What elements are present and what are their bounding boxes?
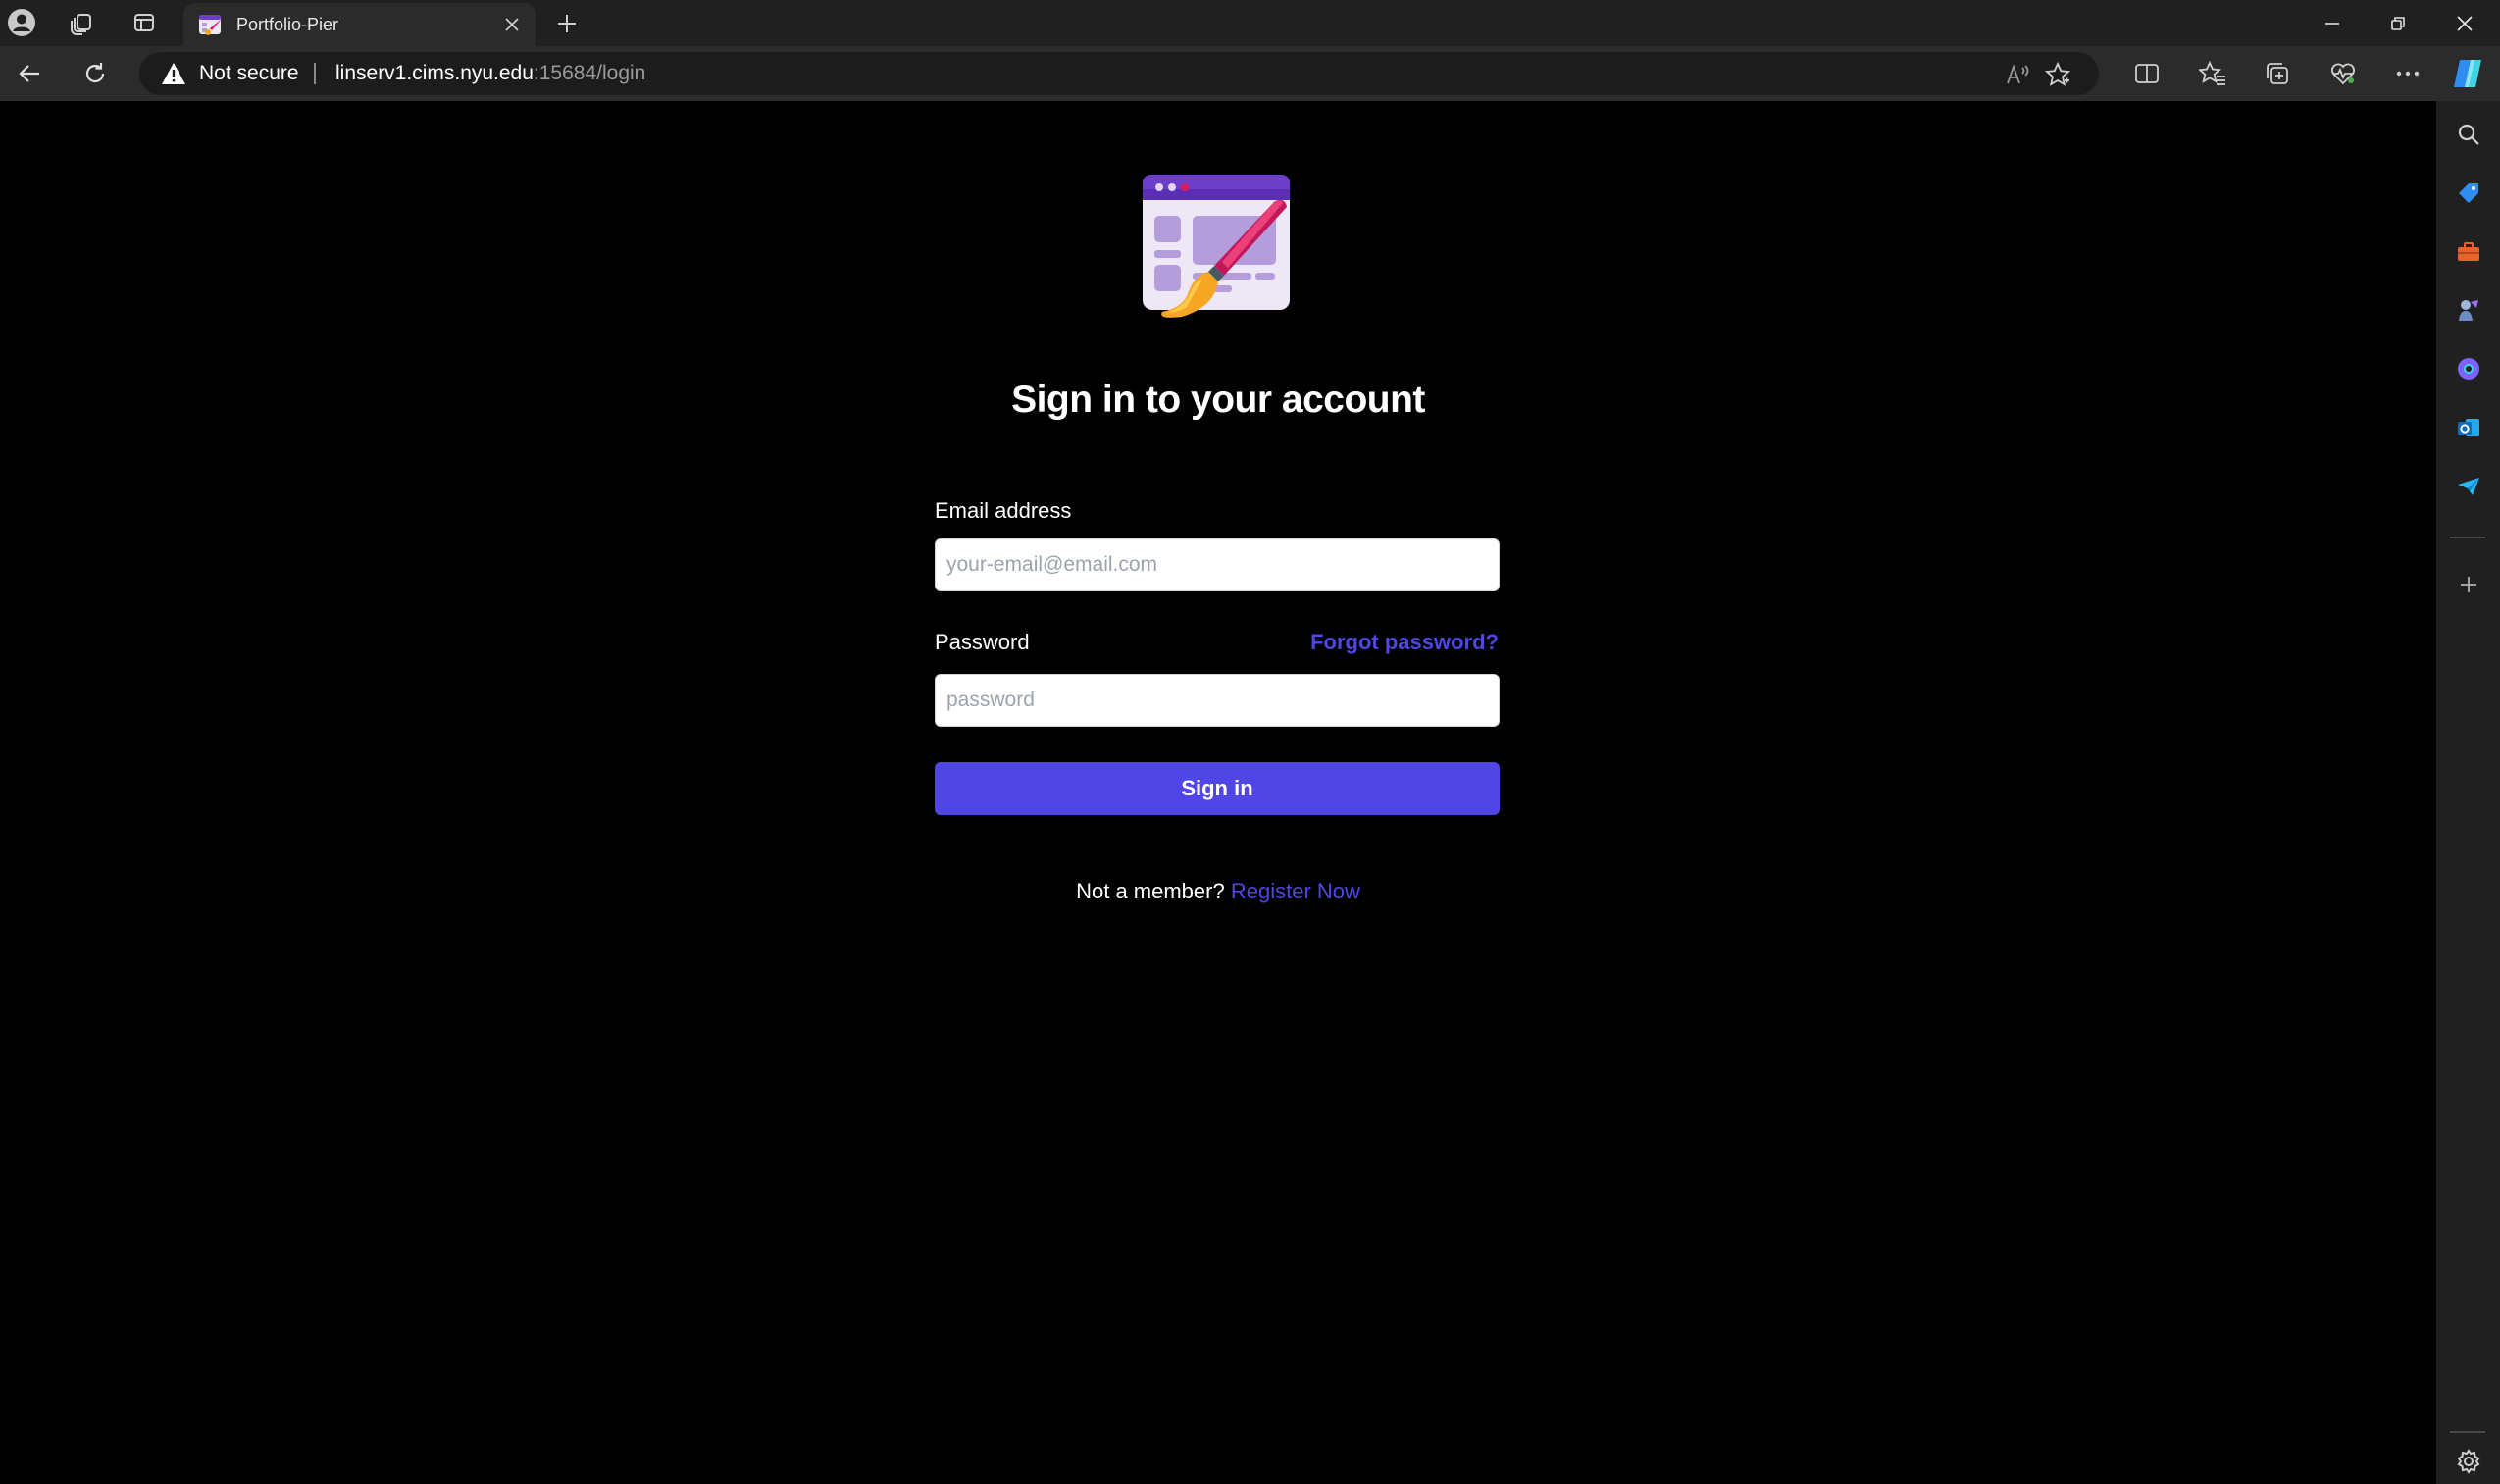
more-icon[interactable] <box>2389 55 2426 92</box>
drop-icon[interactable] <box>2452 470 2485 503</box>
search-icon[interactable] <box>2452 118 2485 151</box>
password-label: Password <box>935 630 1030 654</box>
sidebar-separator <box>2450 537 2485 538</box>
add-icon[interactable] <box>2452 568 2485 601</box>
sidebar-separator-bottom <box>2450 1431 2485 1433</box>
register-prompt-line: Not a member? Register Now <box>0 879 2436 904</box>
read-aloud-icon[interactable] <box>2003 60 2032 89</box>
split-screen-icon[interactable] <box>2128 55 2166 92</box>
tab-favicon <box>199 15 222 35</box>
shopping-tag-icon[interactable] <box>2452 177 2485 210</box>
collections-icon[interactable] <box>2259 55 2296 92</box>
refresh-icon[interactable] <box>77 56 113 91</box>
browser-sidebar <box>2436 101 2500 1484</box>
tools-icon[interactable] <box>2452 235 2485 269</box>
favorite-star-icon[interactable] <box>2043 60 2072 89</box>
email-field[interactable] <box>935 538 1500 591</box>
portfolio-pier-logo <box>1143 175 1290 318</box>
new-tab-icon[interactable] <box>550 7 584 40</box>
url-host: linserv1.cims.nyu.edu <box>335 62 534 84</box>
settings-icon[interactable] <box>2452 1445 2485 1478</box>
copilot-sidebar-icon[interactable] <box>2452 352 2485 385</box>
profile-icon[interactable] <box>6 7 37 38</box>
register-prompt: Not a member? <box>1076 879 1225 903</box>
address-bar[interactable]: Not secure linserv1.cims.nyu.edu:15684/l… <box>139 52 2099 95</box>
url-text[interactable]: linserv1.cims.nyu.edu:15684/login <box>335 52 645 95</box>
active-tab[interactable]: Portfolio-Pier <box>183 3 536 46</box>
address-separator <box>314 63 316 84</box>
page-content: Sign in to your account Email address Pa… <box>0 101 2436 1484</box>
outlook-icon[interactable] <box>2452 411 2485 444</box>
warning-icon <box>162 63 185 84</box>
url-path: :15684/login <box>533 62 646 84</box>
restore-icon[interactable] <box>2367 0 2429 46</box>
forgot-password-link[interactable]: Forgot password? <box>1310 630 1499 655</box>
page-title: Sign in to your account <box>1011 379 1425 421</box>
favorites-icon[interactable] <box>2194 55 2231 92</box>
register-now-link[interactable]: Register Now <box>1231 879 1360 903</box>
minimize-icon[interactable] <box>2301 0 2364 46</box>
browser-essentials-icon[interactable] <box>2324 55 2362 92</box>
security-label[interactable]: Not secure <box>199 52 299 95</box>
tab-title: Portfolio-Pier <box>236 15 339 34</box>
browser-titlebar: Portfolio-Pier <box>0 0 2500 46</box>
email-label: Email address <box>935 498 1072 523</box>
sign-in-button[interactable]: Sign in <box>935 762 1500 815</box>
tab-actions-icon[interactable] <box>128 7 160 38</box>
workspaces-icon[interactable] <box>66 7 97 38</box>
close-window-icon[interactable] <box>2433 0 2496 46</box>
copilot-icon[interactable] <box>2449 55 2486 92</box>
tab-close-icon[interactable] <box>500 13 524 36</box>
password-field[interactable] <box>935 674 1500 727</box>
browser-toolbar: Not secure linserv1.cims.nyu.edu:15684/l… <box>0 46 2500 101</box>
games-icon[interactable] <box>2452 293 2485 327</box>
back-icon[interactable] <box>12 56 47 91</box>
